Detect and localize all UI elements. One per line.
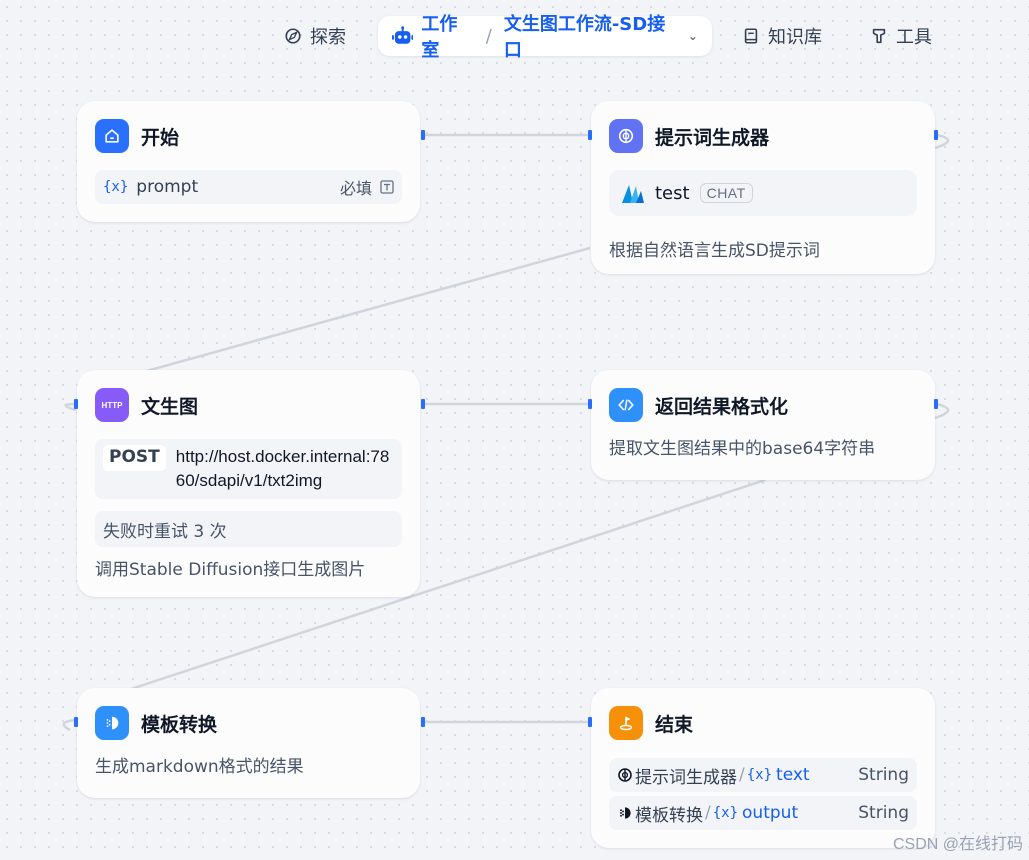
txt2img-output-handle[interactable] [421,399,425,409]
nav-tools[interactable]: 工具 [870,16,932,56]
node-prompt-generator[interactable]: 提示词生成器 test CHAT 根据自然语言生成SD提示词 [591,101,935,274]
llm-brain-icon [609,119,643,153]
flag-end-icon [609,706,643,740]
http-method-badge: POST [103,445,166,471]
chevron-down-icon[interactable]: ⌄ [688,29,698,43]
book-icon [744,28,758,44]
format-input-handle[interactable] [588,399,592,409]
breadcrumb: 工作室 / 文生图工作流-SD接口 ⌄ [378,14,712,61]
retry-info: 失败时重试 3 次 [95,511,402,547]
output-variable: output [742,803,799,823]
robot-icon [392,26,414,44]
prompt-output-handle[interactable] [934,130,938,140]
output-source: 提示词生成器 [635,767,737,788]
breadcrumb-separator: / [485,25,492,47]
variable-name: prompt [136,177,199,197]
node-title: 返回结果格式化 [655,395,789,418]
start-variable-row[interactable]: {x} prompt 必填 [95,170,402,204]
node-title: 开始 [141,126,180,149]
template-icon [620,807,631,819]
template-input-handle[interactable] [74,717,78,727]
nav-tools-label: 工具 [896,27,932,48]
tool-icon [872,28,886,44]
app-name[interactable]: 文生图工作流-SD接口 [504,10,678,62]
model-mode-badge: CHAT [699,183,753,203]
model-provider-icon [622,185,644,203]
node-title: 文生图 [141,395,199,418]
nav-explore-label: 探索 [310,27,346,48]
output-separator: / [705,803,711,823]
node-description: 生成markdown格式的结果 [95,757,304,777]
node-description: 根据自然语言生成SD提示词 [609,241,820,261]
http-request-box[interactable]: POST http://host.docker.internal:7860/sd… [95,439,402,499]
http-url: http://host.docker.internal:7860/sdapi/v… [175,447,390,490]
variable-icon: {x} [103,179,129,195]
nav-knowledge-label: 知识库 [768,27,822,48]
output-type: String [858,803,909,823]
edge-prompt-to-txt2img [142,246,591,374]
node-description: 调用Stable Diffusion接口生成图片 [95,560,366,580]
text-input-icon [380,180,394,194]
variable-icon: {x} [712,805,739,821]
txt2img-input-handle[interactable] [74,399,78,409]
http-icon-label: HTTP [101,400,123,410]
prompt-input-handle[interactable] [588,130,592,140]
node-title: 模板转换 [141,713,218,736]
output-separator: / [739,765,745,785]
variable-icon: {x} [746,767,773,783]
model-selector[interactable]: test CHAT [609,170,917,216]
nav-knowledge[interactable]: 知识库 [742,16,822,56]
llm-brain-icon [618,768,632,782]
compass-icon [285,28,301,44]
required-label: 必填 [339,179,372,198]
start-output-handle[interactable] [421,130,425,140]
template-output-handle[interactable] [421,717,425,727]
node-start[interactable]: 开始 {x} prompt 必填 [77,101,420,222]
node-end[interactable]: 结束 提示词生成器 / {x} text String 模板转换 / {x} o… [591,688,935,848]
node-description: 提取文生图结果中的base64字符串 [609,439,876,459]
code-icon [609,388,643,422]
node-title: 提示词生成器 [655,126,770,149]
watermark: CSDN @在线打码 [892,836,1023,853]
end-input-handle[interactable] [588,717,592,727]
http-icon: HTTP [95,388,129,422]
home-icon [95,119,129,153]
output-source: 模板转换 [635,805,703,826]
top-nav: 探索 工作室 / 文生图工作流-SD接口 ⌄ 知识库 工具 [0,0,1029,70]
template-icon [95,706,129,740]
node-txt2img[interactable]: HTTP 文生图 POST http://host.docker.interna… [77,370,420,597]
nav-explore[interactable]: 探索 [284,16,346,56]
model-name: test [655,182,690,204]
node-format-result[interactable]: 返回结果格式化 提取文生图结果中的base64字符串 [591,370,935,480]
end-output-row[interactable]: 提示词生成器 / {x} text String [609,758,917,792]
output-type: String [858,765,909,785]
nav-studio[interactable]: 工作室 [421,10,473,62]
output-variable: text [776,765,810,785]
node-template-transform[interactable]: 模板转换 生成markdown格式的结果 [77,688,420,798]
node-title: 结束 [655,713,694,736]
end-output-row[interactable]: 模板转换 / {x} output String [609,796,917,830]
format-output-handle[interactable] [934,399,938,409]
